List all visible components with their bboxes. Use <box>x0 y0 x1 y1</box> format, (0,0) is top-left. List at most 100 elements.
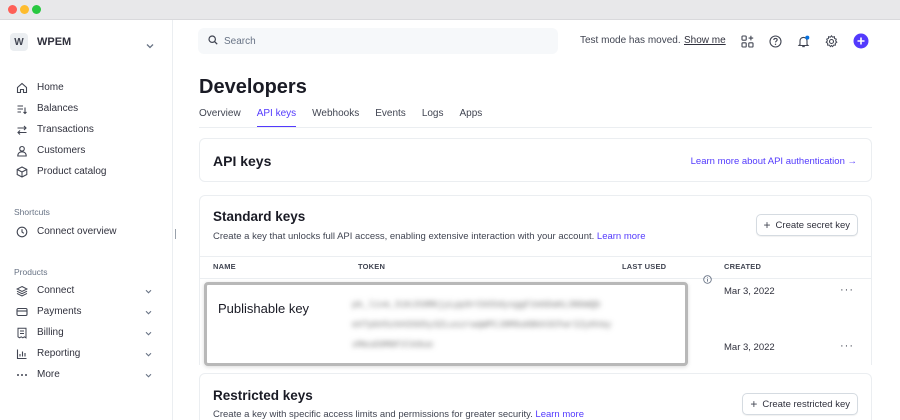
top-bar: Search Test mode has moved. Show me <box>188 20 900 62</box>
search-input[interactable]: Search <box>198 28 558 54</box>
info-icon[interactable] <box>703 271 712 289</box>
tab-logs[interactable]: Logs <box>422 108 444 128</box>
connect-overview-icon <box>16 226 28 238</box>
minimize-window-button[interactable] <box>20 5 29 14</box>
help-icon[interactable] <box>768 34 782 48</box>
product-catalog-icon <box>16 165 28 178</box>
publishable-key-token-redacted[interactable]: pk_live_51KJS9RKjyLpp9rCb55dysggF2ebDaKL… <box>352 295 682 355</box>
sidebar-item-label: Transactions <box>37 124 94 135</box>
sidebar-item-customers[interactable]: Customers <box>16 140 166 161</box>
transactions-icon <box>16 124 28 136</box>
main-content: Developers Overview API keys Webhooks Ev… <box>188 62 900 420</box>
more-dots-icon <box>16 369 28 381</box>
table-header-divider <box>200 278 871 279</box>
api-authentication-link[interactable]: Learn more about API authentication → <box>691 156 857 167</box>
chevron-down-icon <box>145 328 152 339</box>
sidebar-item-label: Connect <box>37 285 75 296</box>
sidebar-item-label: Balances <box>37 103 79 114</box>
token-line: xMeuG9M0F3lk8uo <box>352 340 434 350</box>
sidebar-item-label: Connect overview <box>37 226 117 237</box>
restricted-keys-learn-more-link[interactable]: Learn more <box>535 409 584 420</box>
create-restricted-key-button[interactable]: + Create restricted key <box>742 393 858 415</box>
create-restricted-key-label: Create restricted key <box>762 398 850 410</box>
chevron-down-icon <box>145 349 152 360</box>
tab-apps[interactable]: Apps <box>460 108 483 128</box>
restricted-keys-card: Restricted keys Create a key with specif… <box>199 373 872 420</box>
api-keys-heading: API keys <box>213 153 272 169</box>
secret-key-created-date: Mar 3, 2022 <box>724 342 775 353</box>
sidebar-item-label: Billing <box>37 327 64 338</box>
search-icon <box>208 32 218 50</box>
tabs-divider <box>199 127 872 128</box>
chevron-down-icon <box>145 286 152 297</box>
show-me-link[interactable]: Show me <box>684 35 726 46</box>
sidebar-item-reporting[interactable]: Reporting <box>16 343 166 364</box>
notifications-bell-icon[interactable] <box>796 34 810 48</box>
create-secret-key-button[interactable]: + Create secret key <box>755 214 858 236</box>
column-header-name: NAME <box>213 262 236 271</box>
publishable-key-created-date: Mar 3, 2022 <box>724 286 775 297</box>
standard-keys-description: Create a key that unlocks full API acces… <box>213 231 646 242</box>
maximize-window-button[interactable] <box>32 5 41 14</box>
restricted-keys-description-text: Create a key with specific access limits… <box>213 409 533 420</box>
sidebar-divider <box>172 20 173 420</box>
publishable-key-highlight: Publishable key pk_live_51KJS9RKjyLpp9rC… <box>204 282 688 366</box>
shortcuts-heading: Shortcuts <box>14 207 50 217</box>
sidebar-item-home[interactable]: Home <box>16 77 166 98</box>
account-name: WPEM <box>37 36 72 48</box>
sidebar-item-transactions[interactable]: Transactions <box>16 119 166 140</box>
sidebar-item-more[interactable]: More <box>16 364 166 385</box>
create-secret-key-label: Create secret key <box>775 219 850 231</box>
chevron-down-icon <box>145 307 152 318</box>
sidebar-item-label: Customers <box>37 145 86 156</box>
sidebar-item-label: More <box>37 369 60 380</box>
chevron-down-icon <box>146 36 154 54</box>
settings-gear-icon[interactable] <box>824 34 838 48</box>
column-header-created: CREATED <box>724 262 762 271</box>
sidebar-item-label: Payments <box>37 306 82 317</box>
standard-keys-description-text: Create a key that unlocks full API acces… <box>213 231 595 242</box>
balances-icon <box>16 103 28 115</box>
connect-icon <box>16 285 28 297</box>
standard-keys-heading: Standard keys <box>213 209 306 224</box>
restricted-keys-description: Create a key with specific access limits… <box>213 409 584 420</box>
table-top-divider <box>200 256 871 257</box>
publishable-key-name: Publishable key <box>218 301 310 316</box>
account-switcher[interactable]: W WPEM <box>10 32 160 52</box>
standard-keys-learn-more-link[interactable]: Learn more <box>597 231 646 242</box>
restricted-keys-heading: Restricted keys <box>213 388 313 403</box>
customers-icon <box>16 145 28 157</box>
search-placeholder: Search <box>224 35 256 47</box>
publishable-key-more-actions-button[interactable]: ··· <box>840 284 854 296</box>
tab-webhooks[interactable]: Webhooks <box>312 108 359 128</box>
create-plus-icon[interactable] <box>853 33 869 49</box>
apps-grid-icon[interactable] <box>740 34 754 48</box>
products-nav: Connect Payments Billing Reporting More <box>16 280 166 385</box>
products-heading: Products <box>14 267 48 277</box>
sidebar-item-balances[interactable]: Balances <box>16 98 166 119</box>
page-title: Developers <box>199 76 307 98</box>
token-line: pk_live_51KJS9RKjyLpp9rCb55dysggF2ebDaKL… <box>352 300 601 310</box>
developers-tabs: Overview API keys Webhooks Events Logs A… <box>199 108 498 128</box>
column-header-token: TOKEN <box>358 262 386 271</box>
home-icon <box>16 82 28 94</box>
main-nav: Home Balances Transactions Customers Pro… <box>16 77 166 182</box>
column-header-last-used: LAST USED <box>622 262 667 271</box>
secret-key-more-actions-button[interactable]: ··· <box>840 340 854 352</box>
tab-events[interactable]: Events <box>375 108 406 128</box>
account-badge: W <box>10 33 28 51</box>
tab-overview[interactable]: Overview <box>199 108 241 128</box>
plus-icon: + <box>750 397 758 411</box>
sidebar-item-payments[interactable]: Payments <box>16 301 166 322</box>
sidebar-item-label: Product catalog <box>37 166 107 177</box>
sidebar-resize-handle[interactable] <box>175 229 176 239</box>
plus-icon: + <box>763 218 771 232</box>
tab-api-keys[interactable]: API keys <box>256 108 297 128</box>
payments-icon <box>16 306 28 318</box>
close-window-button[interactable] <box>8 5 17 14</box>
sidebar-item-label: Home <box>37 82 64 93</box>
sidebar-item-billing[interactable]: Billing <box>16 322 166 343</box>
sidebar-item-product-catalog[interactable]: Product catalog <box>16 161 166 182</box>
sidebar-item-connect-overview[interactable]: Connect overview <box>16 221 166 242</box>
sidebar-item-connect[interactable]: Connect <box>16 280 166 301</box>
